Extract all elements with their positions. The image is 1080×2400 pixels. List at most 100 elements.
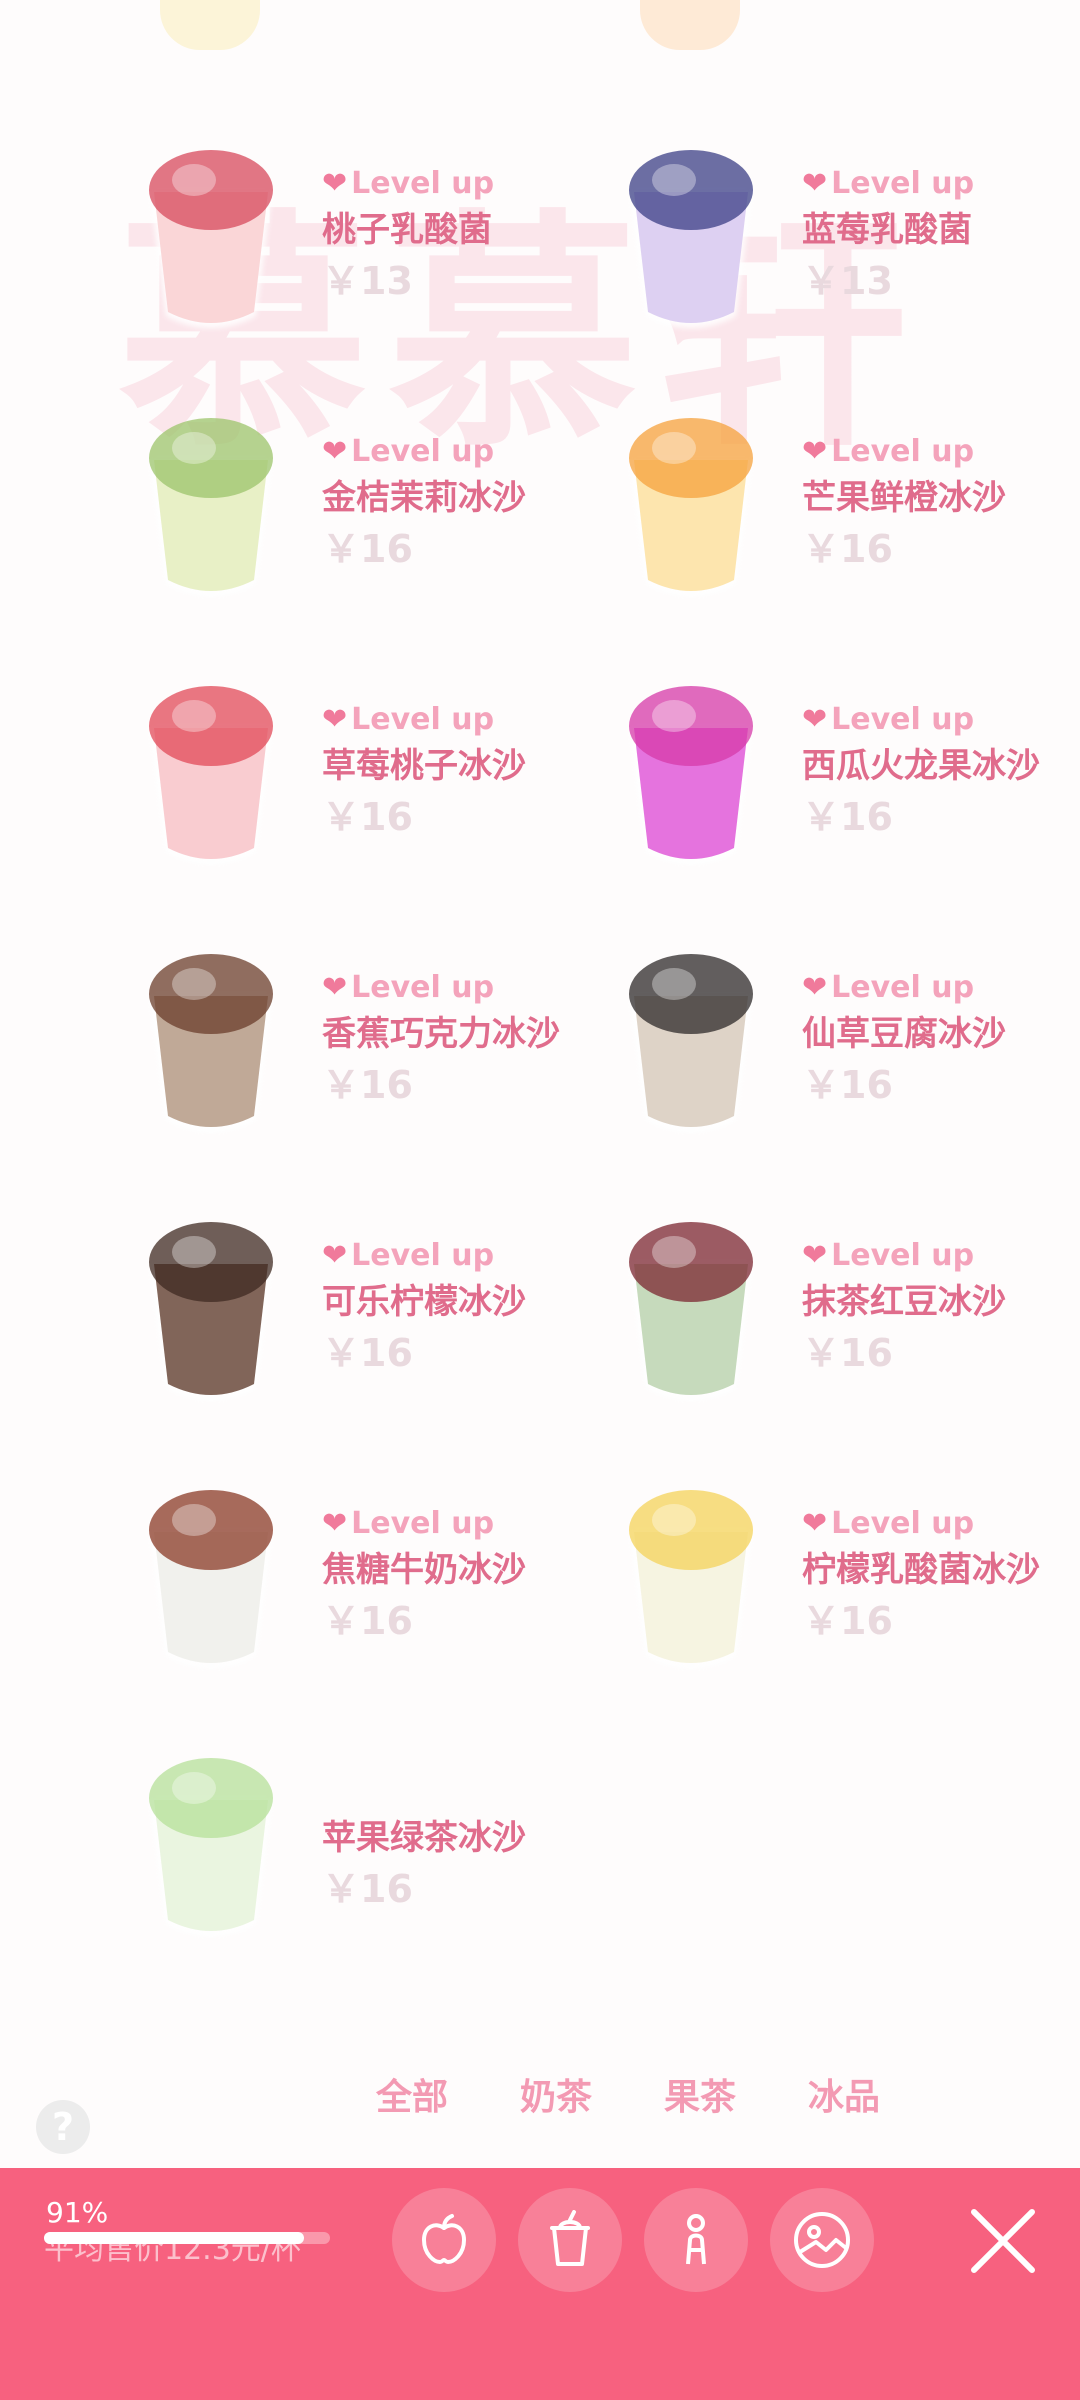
menu-item-price: ￥16 bbox=[802, 527, 893, 571]
menu-item[interactable]: ❤ Level up 可乐柠檬冰沙 ￥16 bbox=[136, 1198, 616, 1438]
heart-icon: ❤ bbox=[322, 970, 348, 1005]
level-up-label: Level up bbox=[831, 434, 975, 469]
level-up-badge: ❤ Level up bbox=[322, 1238, 494, 1273]
heart-icon: ❤ bbox=[802, 970, 828, 1005]
tab-milk-tea[interactable]: 奶茶 bbox=[484, 2068, 628, 2124]
menu-item[interactable]: ❤ Level up 柠檬乳酸菌冰沙 ￥16 bbox=[616, 1466, 1080, 1706]
menu-item-name: 香蕉巧克力冰沙 bbox=[322, 1014, 560, 1054]
menu-item-price: ￥13 bbox=[322, 259, 413, 303]
tab-fruit-tea[interactable]: 果茶 bbox=[628, 2068, 772, 2124]
menu-item[interactable]: ❤ Level up 蓝莓乳酸菌 ￥13 bbox=[616, 126, 1080, 366]
level-up-label: Level up bbox=[831, 970, 975, 1005]
level-up-badge: ❤ Level up bbox=[802, 166, 974, 201]
menu-item[interactable]: ❤ Level up 香蕉巧克力冰沙 ￥16 bbox=[136, 930, 616, 1170]
menu-item-price: ￥16 bbox=[322, 1599, 413, 1643]
level-up-badge: ❤ Level up bbox=[802, 1506, 974, 1541]
progress-percent: 91% bbox=[46, 2196, 109, 2229]
heart-icon: ❤ bbox=[802, 1238, 828, 1273]
menu-item-price: ￥16 bbox=[322, 527, 413, 571]
close-button[interactable] bbox=[968, 2206, 1038, 2276]
level-up-label: Level up bbox=[351, 1238, 495, 1273]
menu-item-price: ￥16 bbox=[802, 1063, 893, 1107]
menu-item[interactable]: ❤ Level up 仙草豆腐冰沙 ￥16 bbox=[616, 930, 1080, 1170]
level-up-label: Level up bbox=[831, 702, 975, 737]
heart-icon: ❤ bbox=[802, 702, 828, 737]
category-tabs: 全部 奶茶 果茶 冰品 bbox=[340, 2068, 940, 2124]
menu-item-price: ￥16 bbox=[322, 1063, 413, 1107]
drink-cup-icon bbox=[629, 1490, 753, 1668]
menu-item-name: 蓝莓乳酸菌 bbox=[802, 210, 972, 250]
drink-cup-icon bbox=[629, 150, 753, 328]
drink-cup-icon bbox=[149, 1758, 273, 1936]
menu-item-name: 草莓桃子冰沙 bbox=[322, 746, 526, 786]
menu-item[interactable]: ❤ Level up 抹茶红豆冰沙 ￥16 bbox=[616, 1198, 1080, 1438]
level-up-label: Level up bbox=[831, 1238, 975, 1273]
level-up-label: Level up bbox=[831, 166, 975, 201]
drink-cup-icon bbox=[629, 418, 753, 596]
menu-item[interactable]: 苹果绿茶冰沙 ￥16 bbox=[136, 1734, 616, 1974]
gallery-button[interactable] bbox=[770, 2188, 874, 2292]
level-up-label: Level up bbox=[351, 970, 495, 1005]
heart-icon: ❤ bbox=[322, 166, 348, 201]
drink-cup-icon bbox=[149, 150, 273, 328]
apple-icon bbox=[422, 2214, 466, 2264]
progress-fill bbox=[44, 2232, 305, 2244]
person-icon bbox=[686, 2214, 706, 2265]
menu-item-name: 仙草豆腐冰沙 bbox=[802, 1014, 1006, 1054]
cup-icon bbox=[550, 2210, 590, 2266]
tab-ice[interactable]: 冰品 bbox=[772, 2068, 916, 2124]
menu-item[interactable]: ❤ Level up 草莓桃子冰沙 ￥16 bbox=[136, 662, 616, 902]
menu-item-name: 焦糖牛奶冰沙 bbox=[322, 1550, 526, 1590]
menu-item-name: 苹果绿茶冰沙 bbox=[322, 1818, 526, 1858]
menu-item-price: ￥16 bbox=[322, 795, 413, 839]
menu-item-name: 金桔茉莉冰沙 bbox=[322, 478, 526, 518]
menu-item-price: ￥13 bbox=[802, 259, 893, 303]
heart-icon: ❤ bbox=[802, 166, 828, 201]
menu-item[interactable]: ❤ Level up 芒果鲜橙冰沙 ￥16 bbox=[616, 394, 1080, 634]
menu-item-name: 柠檬乳酸菌冰沙 bbox=[802, 1550, 1040, 1590]
drink-cup-icon bbox=[149, 1222, 273, 1400]
level-up-badge: ❤ Level up bbox=[322, 702, 494, 737]
menu-item-name: 抹茶红豆冰沙 bbox=[802, 1282, 1006, 1322]
level-up-label: Level up bbox=[351, 166, 495, 201]
level-up-badge: ❤ Level up bbox=[802, 970, 974, 1005]
menu-item[interactable]: ❤ Level up 焦糖牛奶冰沙 ￥16 bbox=[136, 1466, 616, 1706]
close-icon bbox=[971, 2209, 1035, 2273]
level-up-badge: ❤ Level up bbox=[802, 434, 974, 469]
drink-cup-icon bbox=[149, 954, 273, 1132]
help-button[interactable]: ? bbox=[36, 2100, 90, 2154]
menu-item-name: 芒果鲜橙冰沙 bbox=[802, 478, 1006, 518]
menu-item[interactable]: ❤ Level up 桃子乳酸菌 ￥13 bbox=[136, 126, 616, 366]
customer-button[interactable] bbox=[644, 2188, 748, 2292]
menu-item[interactable]: ❤ Level up 金桔茉莉冰沙 ￥16 bbox=[136, 394, 616, 634]
heart-icon: ❤ bbox=[322, 1506, 348, 1541]
level-up-badge: ❤ Level up bbox=[322, 166, 494, 201]
cup-button[interactable] bbox=[518, 2188, 622, 2292]
level-up-badge: ❤ Level up bbox=[322, 970, 494, 1005]
drink-cup-icon bbox=[629, 1222, 753, 1400]
menu-item-price: ￥16 bbox=[802, 1599, 893, 1643]
fruit-button[interactable] bbox=[392, 2188, 496, 2292]
menu-item-name: 可乐柠檬冰沙 bbox=[322, 1282, 526, 1322]
partial-cup-left bbox=[160, 0, 260, 50]
tab-all[interactable]: 全部 bbox=[340, 2068, 484, 2124]
heart-icon: ❤ bbox=[322, 702, 348, 737]
drink-cup-icon bbox=[149, 686, 273, 864]
menu-item-price: ￥16 bbox=[802, 1331, 893, 1375]
heart-icon: ❤ bbox=[802, 434, 828, 469]
menu-item-price: ￥16 bbox=[322, 1331, 413, 1375]
picture-icon bbox=[794, 2212, 850, 2268]
level-up-badge: ❤ Level up bbox=[802, 1238, 974, 1273]
level-up-label: Level up bbox=[831, 1506, 975, 1541]
bottom-toolbar: 平均售价12.3元/杯 91% bbox=[0, 2168, 1080, 2400]
progress-bar bbox=[44, 2232, 330, 2244]
menu-item[interactable]: ❤ Level up 西瓜火龙果冰沙 ￥16 bbox=[616, 662, 1080, 902]
average-price-text: 平均售价12.3元/杯 bbox=[44, 2232, 301, 2267]
drink-cup-icon bbox=[149, 1490, 273, 1668]
menu-item-price: ￥16 bbox=[322, 1867, 413, 1911]
level-up-badge: ❤ Level up bbox=[322, 1506, 494, 1541]
menu-item-name: 桃子乳酸菌 bbox=[322, 210, 492, 250]
drink-cup-icon bbox=[629, 954, 753, 1132]
drink-cup-icon bbox=[629, 686, 753, 864]
partial-cup-right bbox=[640, 0, 740, 50]
